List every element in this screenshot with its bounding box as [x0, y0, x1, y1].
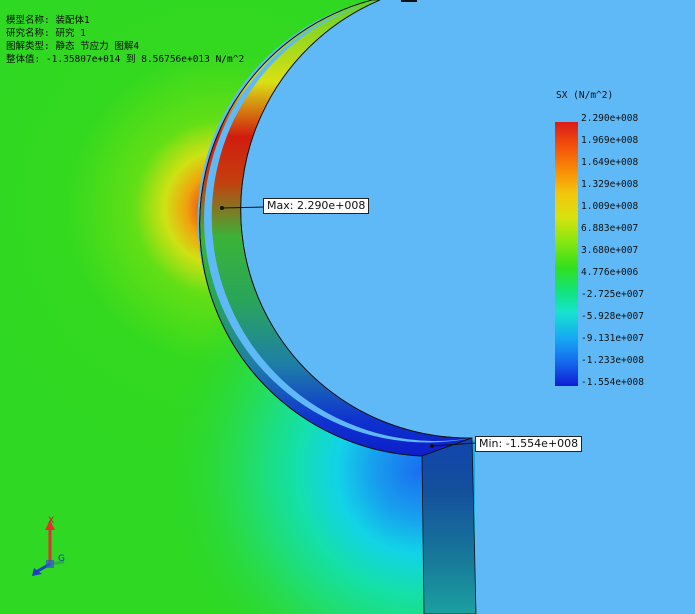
- legend-label: 1.009e+008: [581, 201, 639, 212]
- legend-label: 2.290e+008: [581, 113, 639, 124]
- plot-type-text: 图解类型: 静态 节应力 图解4: [6, 41, 140, 52]
- study-name-text: 研究名称: 研究 1: [6, 28, 86, 39]
- legend-color-bar: [555, 122, 578, 386]
- bolt-body: [421, 437, 477, 614]
- triad-x-label: X: [48, 516, 55, 526]
- max-value-callout[interactable]: Max: 2.290e+008: [263, 198, 370, 214]
- min-marker-dot: [430, 444, 434, 448]
- legend-label: -1.554e+008: [581, 377, 644, 388]
- graphics-viewport[interactable]: 模型名称: 装配体1 研究名称: 研究 1 图解类型: 静态 节应力 图解4 整…: [0, 0, 695, 614]
- legend-label: 1.329e+008: [581, 179, 639, 190]
- min-value-callout[interactable]: Min: -1.554e+008: [475, 436, 583, 452]
- max-marker-dot: [220, 206, 224, 210]
- legend-title: SX (N/m^2): [556, 90, 614, 101]
- model-name-text: 模型名称: 装配体1: [6, 15, 90, 26]
- legend-label: -5.928e+007: [581, 311, 644, 322]
- axis-triad-icon[interactable]: X G: [20, 514, 70, 576]
- legend-label: 4.776e+006: [581, 267, 639, 278]
- legend-label: -2.725e+007: [581, 289, 644, 300]
- legend-label: -9.131e+007: [581, 333, 644, 344]
- triad-g-label: G: [58, 554, 65, 564]
- legend-label: 1.969e+008: [581, 135, 639, 146]
- legend-label: -1.233e+008: [581, 355, 644, 366]
- legend-label: 1.649e+008: [581, 157, 639, 168]
- global-range-text: 整体值: -1.35807e+014 到 8.56756e+013 N/m^2: [6, 54, 245, 65]
- top-notch: [401, 0, 417, 2]
- legend-label: 3.680e+007: [581, 245, 639, 256]
- legend-label: 6.883e+007: [581, 223, 639, 234]
